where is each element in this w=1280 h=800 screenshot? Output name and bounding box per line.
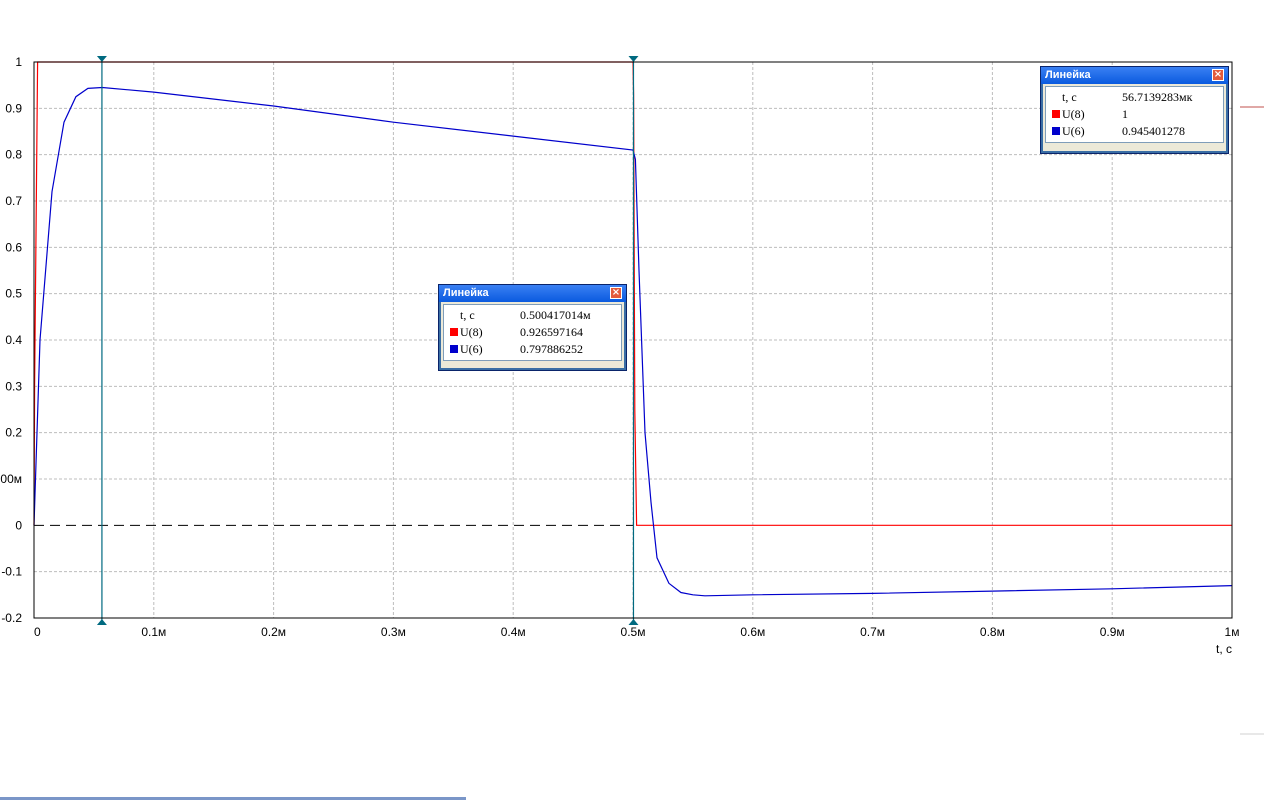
ruler-row-value: 0.500417014м	[520, 308, 591, 322]
y-tick-label: 0.2	[5, 426, 22, 440]
ruler-values: t, c 56.7139283мк U(8) 1 U(6) 0.94540127…	[1045, 86, 1224, 143]
ruler-row-u6: U(6) 0.797886252	[444, 341, 621, 358]
y-tick-label: 0.5	[5, 287, 22, 301]
ruler-row-name: U(6)	[460, 342, 483, 356]
ruler-row-value: 0.926597164	[520, 325, 583, 339]
ruler-window-title: Линейка	[443, 287, 489, 299]
x-tick-label: 0	[34, 625, 41, 639]
ruler-row-value: 1	[1122, 107, 1128, 121]
ruler-row-name: t, c	[1062, 90, 1077, 104]
x-tick-label: 0.9м	[1100, 625, 1125, 639]
ruler-row-name: U(8)	[1062, 107, 1085, 121]
x-tick-label: 0.8м	[980, 625, 1005, 639]
blue-swatch-icon	[450, 345, 458, 353]
ruler-row-u6: U(6) 0.945401278	[1046, 123, 1223, 140]
ruler-row-value: 0.797886252	[520, 342, 583, 356]
x-axis-unit: t, c	[1216, 642, 1232, 656]
ruler-window-1[interactable]: Линейка × t, c 56.7139283мк U(8) 1 U(6) …	[1040, 66, 1229, 154]
ruler-row-time: t, c 0.500417014м	[444, 307, 621, 324]
y-tick-label: 0.7	[5, 194, 22, 208]
y-tick-label: 0.4	[5, 333, 22, 347]
y-tick-label: 0	[15, 518, 22, 532]
ruler-row-time: t, c 56.7139283мк	[1046, 89, 1223, 106]
x-tick-label: 1м	[1225, 625, 1240, 639]
red-swatch-icon	[1052, 110, 1060, 118]
red-swatch-icon	[450, 328, 458, 336]
y-tick-label: -0.1	[1, 565, 22, 579]
ruler-row-name: U(8)	[460, 325, 483, 339]
series-swatch	[1052, 93, 1060, 101]
cursor-top-handle-icon[interactable]	[96, 56, 107, 62]
x-tick-label: 0.4м	[501, 625, 526, 639]
blue-swatch-icon	[1052, 127, 1060, 135]
y-tick-label: 1	[15, 55, 22, 69]
y-tick-label: -0.2	[1, 611, 22, 625]
x-tick-label: 0.5м	[621, 625, 646, 639]
ruler-row-u8: U(8) 0.926597164	[444, 324, 621, 341]
x-tick-label: 0.6м	[740, 625, 765, 639]
close-icon[interactable]: ×	[1212, 69, 1224, 81]
y-tick-label: 0.8	[5, 148, 22, 162]
ruler-row-name: t, c	[460, 308, 475, 322]
y-tick-label: 0.9	[5, 101, 22, 115]
y-tick-label: 0.3	[5, 379, 22, 393]
ruler-row-u8: U(8) 1	[1046, 106, 1223, 123]
ruler-row-name: U(6)	[1062, 124, 1085, 138]
ruler-window-2[interactable]: Линейка × t, c 0.500417014м U(8) 0.92659…	[438, 284, 627, 371]
ruler-window-title: Линейка	[1045, 69, 1091, 81]
ruler-values: t, c 0.500417014м U(8) 0.926597164 U(6) …	[443, 304, 622, 361]
ruler-row-value: 56.7139283мк	[1122, 90, 1193, 104]
cursor-top-handle-icon[interactable]	[628, 56, 639, 62]
x-tick-label: 0.1м	[141, 625, 166, 639]
cursor-bottom-handle-icon[interactable]	[96, 619, 107, 625]
close-icon[interactable]: ×	[610, 287, 622, 299]
ruler-row-value: 0.945401278	[1122, 124, 1185, 138]
x-tick-label: 0.2м	[261, 625, 286, 639]
series-swatch	[450, 311, 458, 319]
x-tick-label: 0.7м	[860, 625, 885, 639]
x-tick-label: 0.3м	[381, 625, 406, 639]
y-tick-label: 0.6	[5, 240, 22, 254]
y-tick-label: 00м	[0, 472, 22, 486]
ruler-window-titlebar[interactable]: Линейка ×	[439, 285, 626, 302]
ruler-window-titlebar[interactable]: Линейка ×	[1041, 67, 1228, 84]
